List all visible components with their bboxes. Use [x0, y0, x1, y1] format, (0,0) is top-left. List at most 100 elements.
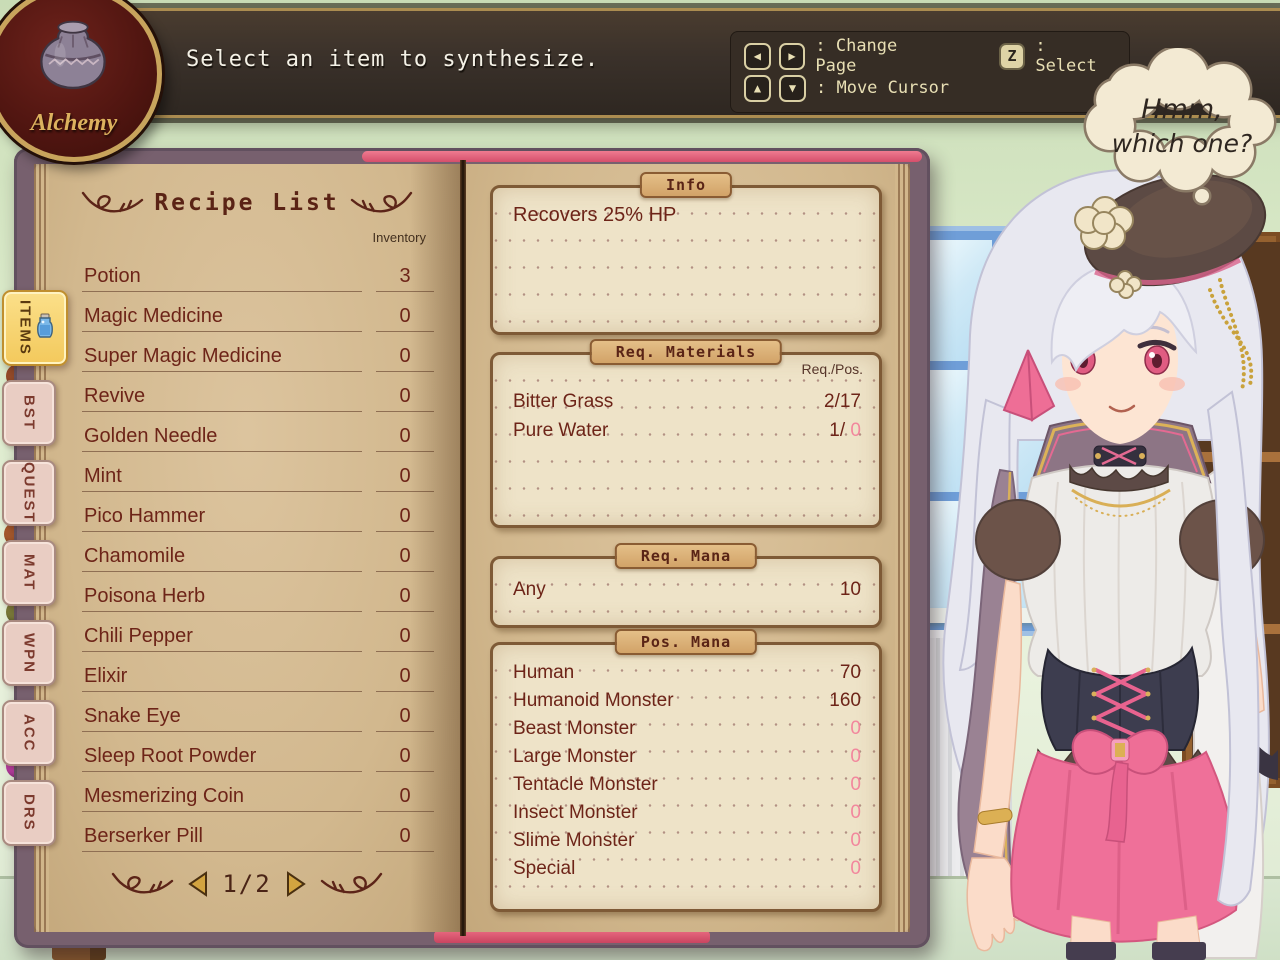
required-materials-panel: Req. Materials Req./Pos. Bitter Grass 2/… [490, 352, 882, 528]
recipe-list-item[interactable]: Chamomile 0 [82, 532, 434, 572]
tab-label: ITEMS [17, 300, 34, 356]
recipe-list-item[interactable]: Revive 0 [82, 372, 434, 412]
book-spine-top [362, 151, 922, 162]
bubble-text-line2: which one? [1112, 129, 1253, 158]
mana-row: Special 0 [513, 855, 861, 883]
category-tab[interactable]: WPN [2, 620, 56, 686]
recipe-book: Recipe List Inventory Potion 3 [14, 148, 930, 948]
category-tab[interactable]: ITEMS [2, 290, 68, 366]
recipe-name: Snake Eye [82, 705, 362, 732]
mana-row: Slime Monster 0 [513, 827, 861, 855]
key-hint-row: ◀ ▶ : Change Page Z : Select [744, 40, 1116, 72]
material-name: Bitter Grass [513, 391, 613, 413]
recipe-name: Super Magic Medicine [82, 345, 362, 372]
mana-row: Large Monster 0 [513, 743, 861, 771]
mana-type: Insect Monster [513, 802, 638, 824]
up-arrow-key-icon: ▲ [744, 75, 771, 102]
mana-row: Beast Monster 0 [513, 715, 861, 743]
category-tab[interactable]: QUEST [2, 460, 56, 526]
flourish-left-icon [80, 190, 144, 216]
recipe-list-item[interactable]: Golden Needle 0 [82, 412, 434, 452]
next-page-button[interactable] [286, 871, 306, 897]
prev-page-button[interactable] [188, 871, 208, 897]
required-mana-title: Req. Mana [615, 543, 757, 569]
potion-jar-icon [36, 313, 54, 344]
recipe-list-title: Recipe List [154, 190, 339, 216]
required-mana-panel: Req. Mana Any 10 [490, 556, 882, 628]
material-row: Pure Water 1/ 0 [513, 416, 861, 445]
key-hint-row: ▲ ▼ : Move Cursor [744, 72, 1116, 104]
mana-value: 0 [850, 802, 861, 824]
mana-type: Special [513, 858, 575, 880]
material-row: Bitter Grass 2/17 [513, 387, 861, 416]
recipe-list-item[interactable]: Pico Hammer 0 [82, 492, 434, 532]
possessed-mana-title: Pos. Mana [615, 629, 757, 655]
badge-title: Alchemy [0, 110, 157, 137]
info-panel: Info Recovers 25% HP [490, 185, 882, 335]
mana-row: Insect Monster 0 [513, 799, 861, 827]
z-key-icon: Z [999, 43, 1026, 70]
material-req-pos: 1/ 0 [829, 420, 861, 442]
recipe-list-item[interactable]: Super Magic Medicine 0 [82, 332, 434, 372]
flourish-left-icon [110, 871, 174, 897]
recipe-name: Revive [82, 385, 362, 412]
info-panel-title: Info [640, 172, 732, 198]
instruction-message: Select an item to synthesize. [186, 47, 599, 72]
alchemist-girl-character [920, 110, 1280, 960]
recipe-name: Poisona Herb [82, 585, 362, 612]
recipe-name: Mesmerizing Coin [82, 785, 362, 812]
recipe-list-item[interactable]: Magic Medicine 0 [82, 292, 434, 332]
mana-value: 0 [850, 718, 861, 740]
recipe-name: Magic Medicine [82, 305, 362, 332]
mana-value: 160 [829, 690, 861, 712]
required-materials-title: Req. Materials [590, 339, 782, 365]
recipe-name: Chili Pepper [82, 625, 362, 652]
mana-row: Human 70 [513, 659, 861, 687]
recipe-list-header: Recipe List [34, 190, 460, 216]
info-text: Recovers 25% HP [513, 204, 676, 227]
alchemy-badge: Alchemy [0, 0, 162, 162]
flourish-right-icon [320, 871, 384, 897]
left-arrow-key-icon: ◀ [744, 43, 771, 70]
tab-label: MAT [21, 554, 38, 591]
recipe-list-item[interactable]: Potion 3 [82, 252, 434, 292]
change-page-label: : Change Page [815, 36, 946, 76]
recipe-list-item[interactable]: Berserker Pill 0 [82, 812, 434, 852]
recipe-list-item[interactable]: Snake Eye 0 [82, 692, 434, 732]
mana-type: Human [513, 662, 574, 684]
tab-label: BST [21, 395, 38, 431]
recipe-list-item[interactable]: Elixir 0 [82, 652, 434, 692]
mana-row: Any 10 [513, 579, 861, 601]
mana-type: Any [513, 579, 546, 601]
alchemy-screen: Recipe List Inventory Potion 3 [0, 0, 1280, 960]
required-mana-rows: Any 10 [513, 579, 861, 601]
mana-type: Humanoid Monster [513, 690, 674, 712]
mana-value: 0 [850, 830, 861, 852]
recipe-list-item[interactable]: Sleep Root Powder 0 [82, 732, 434, 772]
recipe-list-item[interactable]: Mint 0 [82, 452, 434, 492]
material-rows: Bitter Grass 2/17 Pure Water 1/ 0 [513, 387, 861, 445]
tab-label: ACC [21, 714, 38, 753]
recipe-list-item[interactable]: Poisona Herb 0 [82, 572, 434, 612]
recipe-list-page: Recipe List Inventory Potion 3 [34, 164, 460, 932]
page-navigation: 1/2 [34, 870, 460, 898]
down-arrow-key-icon: ▼ [779, 75, 806, 102]
category-tab[interactable]: BST [2, 380, 56, 446]
recipe-list-item[interactable]: Chili Pepper 0 [82, 612, 434, 652]
recipe-name: Golden Needle [82, 425, 362, 452]
category-tab[interactable]: ACC [2, 700, 56, 766]
gutter-shadow [410, 164, 460, 932]
category-tab[interactable]: MAT [2, 540, 56, 606]
page-indicator: 1/2 [222, 870, 271, 898]
move-cursor-label: : Move Cursor [816, 78, 949, 98]
material-req-pos: 2/17 [824, 391, 861, 413]
mana-value: 0 [850, 858, 861, 880]
book-spine-bottom [434, 931, 710, 943]
recipe-name: Berserker Pill [82, 825, 362, 852]
material-name: Pure Water [513, 420, 608, 442]
mana-row: Tentacle Monster 0 [513, 771, 861, 799]
mana-value: 0 [850, 746, 861, 768]
recipe-rows: Potion 3 Magic Medicine 0 [82, 252, 434, 852]
recipe-list-item[interactable]: Mesmerizing Coin 0 [82, 772, 434, 812]
category-tab[interactable]: DRS [2, 780, 56, 846]
